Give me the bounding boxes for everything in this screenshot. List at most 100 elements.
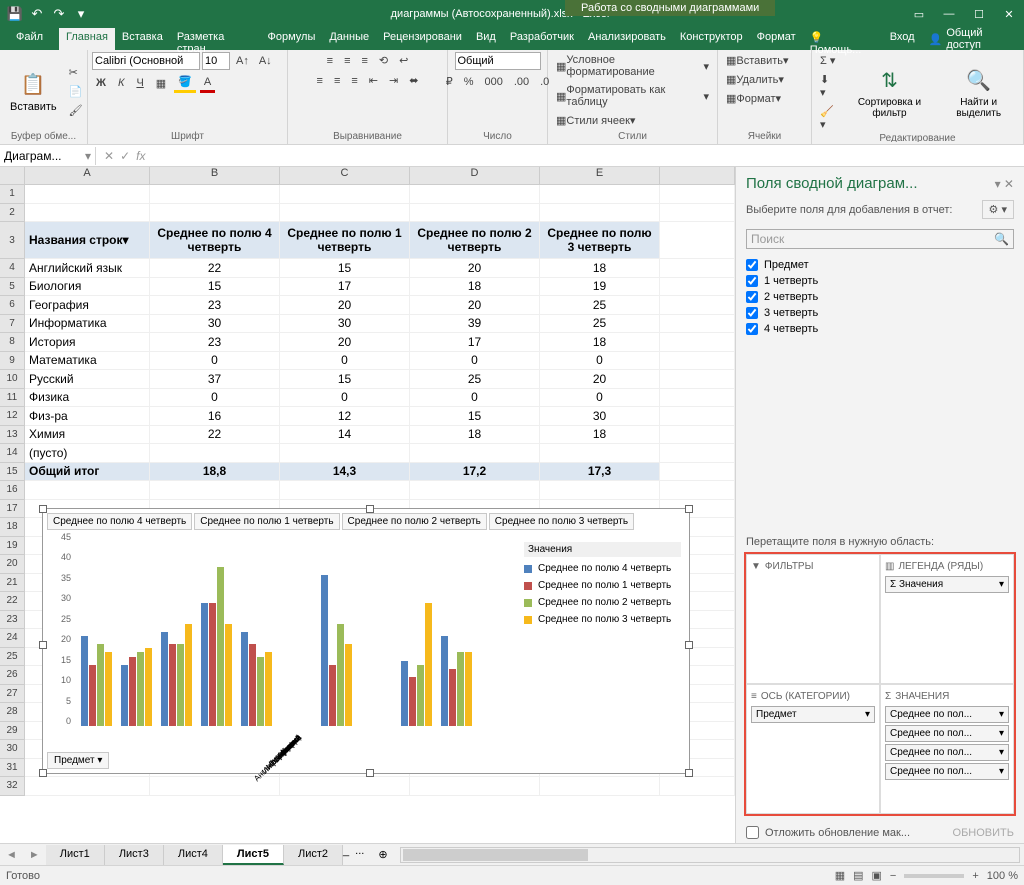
defer-checkbox[interactable] [746, 826, 759, 839]
align-left-icon[interactable]: ≡ [313, 72, 327, 89]
minimize-icon[interactable]: — [934, 0, 964, 28]
help-button[interactable]: 💡 Помощь... [803, 28, 883, 50]
zone-field[interactable]: Среднее по пол...▾ [885, 725, 1009, 742]
save-icon[interactable]: 💾 [6, 5, 24, 23]
zoom-in-icon[interactable]: + [972, 870, 978, 882]
fill-color-button[interactable]: 🪣 [174, 73, 196, 93]
orientation-icon[interactable]: ⟲ [375, 52, 392, 69]
delete-cells-button[interactable]: ▦ Удалить ▾ [722, 71, 788, 88]
qat-more-icon[interactable]: ▾ [72, 5, 90, 23]
conditional-formatting-button[interactable]: ▦ Условное форматирование ▾ [552, 52, 713, 80]
field-item[interactable]: 1 четверть [746, 273, 1014, 289]
cell-styles-button[interactable]: ▦ Стили ячеек ▾ [552, 112, 639, 129]
tab-review[interactable]: Рецензировани [376, 28, 469, 50]
font-name-select[interactable] [92, 52, 200, 70]
view-normal-icon[interactable]: ▦ [835, 869, 845, 882]
ribbon-options-icon[interactable]: ▭ [904, 0, 934, 28]
tab-view[interactable]: Вид [469, 28, 503, 50]
fill-icon[interactable]: ⬇ ▾ [816, 71, 841, 101]
percent-icon[interactable]: % [460, 73, 478, 90]
pivot-chart[interactable]: Среднее по полю 4 четвертьСреднее по пол… [42, 508, 690, 774]
indent-increase-icon[interactable]: ⇥ [385, 72, 402, 89]
zone-field[interactable]: Среднее по пол...▾ [885, 706, 1009, 723]
redo-icon[interactable]: ↷ [50, 5, 68, 23]
chart-field-button[interactable]: Среднее по полю 1 четверть [194, 513, 339, 530]
tab-home[interactable]: Главная [59, 28, 115, 50]
sheet-nav-next[interactable]: ► [23, 849, 46, 861]
chart-legend[interactable]: Значения Среднее по полю 4 четвертьСредн… [520, 538, 685, 744]
number-format-select[interactable] [455, 52, 541, 70]
chart-field-button[interactable]: Среднее по полю 4 четверть [47, 513, 192, 530]
tab-pagelayout[interactable]: Разметка стран [170, 28, 261, 50]
sheet-tab[interactable]: Лист2 [284, 845, 343, 865]
align-bottom-icon[interactable]: ≡ [357, 52, 371, 69]
zone-axis[interactable]: ≡ОСЬ (КАТЕГОРИИ) Предмет▾ [746, 684, 880, 814]
field-item[interactable]: 4 четверть [746, 321, 1014, 337]
chart-field-button[interactable]: Среднее по полю 3 четверть [489, 513, 634, 530]
fx-cancel-icon[interactable]: ✕ [104, 149, 114, 163]
zone-field[interactable]: Предмет▾ [751, 706, 875, 723]
font-color-button[interactable]: A [200, 73, 215, 93]
share-button[interactable]: 👤 Общий доступ [922, 28, 1024, 50]
update-button[interactable]: ОБНОВИТЬ [953, 827, 1014, 839]
pane-menu-icon[interactable]: ▾ ✕ [995, 177, 1014, 191]
align-center-icon[interactable]: ≡ [330, 72, 344, 89]
wrap-text-icon[interactable]: ↩ [395, 52, 412, 69]
zoom-value[interactable]: 100 % [987, 870, 1018, 882]
clear-icon[interactable]: 🧹 ▾ [816, 103, 841, 133]
sheet-tab[interactable]: Лист5 [223, 845, 284, 865]
tab-design[interactable]: Конструктор [673, 28, 750, 50]
cut-icon[interactable]: ✂ [65, 64, 87, 81]
sort-filter-button[interactable]: ⇅ Сортировка и фильтр [843, 65, 937, 121]
decimal-inc-icon[interactable]: .00 [510, 73, 533, 90]
increase-font-icon[interactable]: A↑ [232, 53, 253, 69]
align-top-icon[interactable]: ≡ [323, 52, 337, 69]
zone-field[interactable]: Среднее по пол...▾ [885, 744, 1009, 761]
view-pagebreak-icon[interactable]: ▣ [872, 869, 882, 882]
formula-input[interactable] [153, 154, 1024, 158]
comma-icon[interactable]: 000 [480, 73, 506, 90]
font-size-select[interactable] [202, 52, 230, 70]
find-select-button[interactable]: 🔍 Найти и выделить [938, 65, 1019, 121]
format-painter-icon[interactable]: 🖌 [65, 102, 87, 119]
align-right-icon[interactable]: ≡ [347, 72, 361, 89]
indent-decrease-icon[interactable]: ⇤ [365, 72, 382, 89]
zoom-out-icon[interactable]: − [890, 870, 896, 882]
merge-icon[interactable]: ⬌ [405, 72, 422, 89]
underline-button[interactable]: Ч [132, 73, 147, 93]
autosum-icon[interactable]: Σ ▾ [816, 52, 841, 69]
bold-button[interactable]: Ж [92, 73, 110, 93]
tab-format[interactable]: Формат [750, 28, 803, 50]
name-box[interactable]: Диаграм...▾ [0, 147, 96, 165]
view-layout-icon[interactable]: ▤ [853, 869, 863, 882]
chart-field-button[interactable]: Среднее по полю 2 четверть [342, 513, 487, 530]
zoom-slider[interactable] [904, 874, 964, 878]
align-middle-icon[interactable]: ≡ [340, 52, 354, 69]
tab-developer[interactable]: Разработчик [503, 28, 581, 50]
close-icon[interactable]: ✕ [994, 0, 1024, 28]
zone-values[interactable]: ΣЗНАЧЕНИЯ Среднее по пол...▾Среднее по п… [880, 684, 1014, 814]
sheet-tab[interactable]: Лист1 [46, 845, 105, 865]
sheet-nav-prev[interactable]: ◄ [0, 849, 23, 861]
tab-analyze[interactable]: Анализировать [581, 28, 673, 50]
zone-filters[interactable]: ▼ФИЛЬТРЫ [746, 554, 880, 684]
format-as-table-button[interactable]: ▦ Форматировать как таблицу ▾ [552, 82, 713, 110]
new-sheet-button[interactable]: ⊕ [370, 848, 395, 861]
border-button[interactable]: ▦ [152, 73, 170, 93]
sheet-tab[interactable]: Лист4 [164, 845, 223, 865]
maximize-icon[interactable]: ☐ [964, 0, 994, 28]
fx-icon[interactable]: fx [136, 149, 145, 163]
insert-cells-button[interactable]: ▦ Вставить ▾ [722, 52, 793, 69]
field-item[interactable]: 2 четверть [746, 289, 1014, 305]
tab-file[interactable]: Файл [0, 28, 59, 50]
paste-button[interactable]: 📋 Вставить [4, 69, 63, 115]
field-search[interactable]: Поиск 🔍 [746, 229, 1014, 249]
italic-button[interactable]: К [114, 73, 128, 93]
zone-field[interactable]: Σ Значения▾ [885, 576, 1009, 593]
currency-icon[interactable]: ₽ [442, 73, 457, 90]
sheet-tab[interactable]: Лист3 [105, 845, 164, 865]
field-item[interactable]: Предмет [746, 257, 1014, 273]
tab-insert[interactable]: Вставка [115, 28, 170, 50]
horizontal-scrollbar[interactable] [400, 847, 1020, 863]
copy-icon[interactable]: 📄 [65, 83, 87, 100]
